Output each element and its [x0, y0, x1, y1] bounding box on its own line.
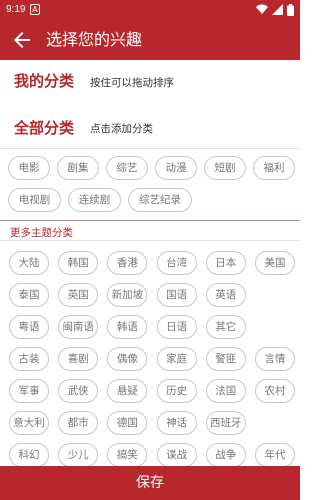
category-chip[interactable]: 连续剧: [68, 188, 121, 212]
category-chip[interactable]: 科幻: [9, 443, 49, 467]
category-chip[interactable]: 其它: [205, 315, 246, 339]
category-chip[interactable]: 台湾: [156, 251, 197, 275]
my-categories-hint: 按住可以拖动排序: [90, 77, 174, 89]
save-button[interactable]: 保存: [0, 466, 300, 500]
all-categories-title: 全部分类: [14, 119, 75, 137]
category-chip[interactable]: 泰国: [9, 283, 49, 307]
status-icons: [256, 4, 294, 16]
category-chip[interactable]: 谍战: [156, 443, 197, 467]
divider: [0, 240, 300, 241]
category-chip[interactable]: 意大利: [9, 411, 49, 435]
notification-icon: A: [30, 4, 40, 15]
category-chip[interactable]: 言情: [255, 347, 295, 371]
category-chip[interactable]: 闽南语: [58, 315, 99, 339]
category-chip[interactable]: 德国: [107, 411, 148, 435]
arrow-left-icon[interactable]: [10, 28, 34, 52]
signal-icon: [272, 4, 283, 15]
category-chip[interactable]: 大陆: [9, 251, 49, 275]
category-chip[interactable]: 福利: [253, 156, 295, 180]
category-chip[interactable]: 少儿: [58, 443, 99, 467]
my-categories-title: 我的分类: [14, 72, 75, 90]
category-chip[interactable]: 喜剧: [58, 347, 99, 371]
page-title: 选择您的兴趣: [46, 30, 143, 49]
category-chip[interactable]: 剧集: [57, 156, 99, 180]
category-chip[interactable]: 历史: [156, 379, 197, 403]
category-chip[interactable]: 新加坡: [107, 283, 148, 307]
category-chip[interactable]: 农村: [255, 379, 295, 403]
category-chip[interactable]: 短剧: [204, 156, 246, 180]
category-chip[interactable]: 国语: [156, 283, 197, 307]
category-chip[interactable]: 偶像: [107, 347, 148, 371]
app-bar: 选择您的兴趣: [0, 20, 300, 60]
status-bar: 9:19 A: [0, 0, 300, 20]
category-chip[interactable]: 家庭: [156, 347, 197, 371]
category-chip[interactable]: 军事: [9, 379, 49, 403]
category-chip[interactable]: 年代: [255, 443, 295, 467]
category-chip[interactable]: 搞笑: [107, 443, 148, 467]
category-chip[interactable]: 粤语: [9, 315, 49, 339]
category-chip[interactable]: 西班牙: [205, 411, 246, 435]
battery-icon: [287, 4, 294, 16]
category-chip[interactable]: 英语: [205, 283, 246, 307]
category-chip[interactable]: 电视剧: [8, 188, 61, 212]
divider: [0, 220, 300, 221]
more-topics-title: 更多主题分类: [10, 227, 73, 239]
category-chip[interactable]: 韩语: [107, 315, 148, 339]
wifi-icon: [256, 4, 268, 14]
category-chip[interactable]: 英国: [58, 283, 99, 307]
category-chip[interactable]: 香港: [107, 251, 148, 275]
divider: [0, 148, 300, 149]
category-chip[interactable]: 都市: [58, 411, 99, 435]
category-chip[interactable]: 综艺: [106, 156, 148, 180]
category-chip[interactable]: 警匪: [205, 347, 246, 371]
category-chip[interactable]: 韩国: [58, 251, 99, 275]
status-time: 9:19: [6, 4, 26, 15]
category-chip[interactable]: 武侠: [58, 379, 99, 403]
category-chip[interactable]: 悬疑: [107, 379, 148, 403]
category-chip[interactable]: 战争: [205, 443, 246, 467]
category-chip[interactable]: 日语: [156, 315, 197, 339]
category-chip[interactable]: 法国: [205, 379, 246, 403]
category-chip[interactable]: 神话: [156, 411, 197, 435]
interest-selection-screen: 9:19 A 选择您的兴趣 我的分类 按住可以拖动排序 全部分类 点击添加分类 …: [0, 0, 300, 500]
category-chip[interactable]: 动漫: [155, 156, 197, 180]
all-categories-hint: 点击添加分类: [90, 123, 153, 135]
category-chip[interactable]: 日本: [205, 251, 246, 275]
category-chip[interactable]: 美国: [255, 251, 295, 275]
category-chip[interactable]: 综艺纪录: [128, 188, 192, 212]
category-chip[interactable]: 电影: [8, 156, 50, 180]
category-chip[interactable]: 古装: [9, 347, 49, 371]
